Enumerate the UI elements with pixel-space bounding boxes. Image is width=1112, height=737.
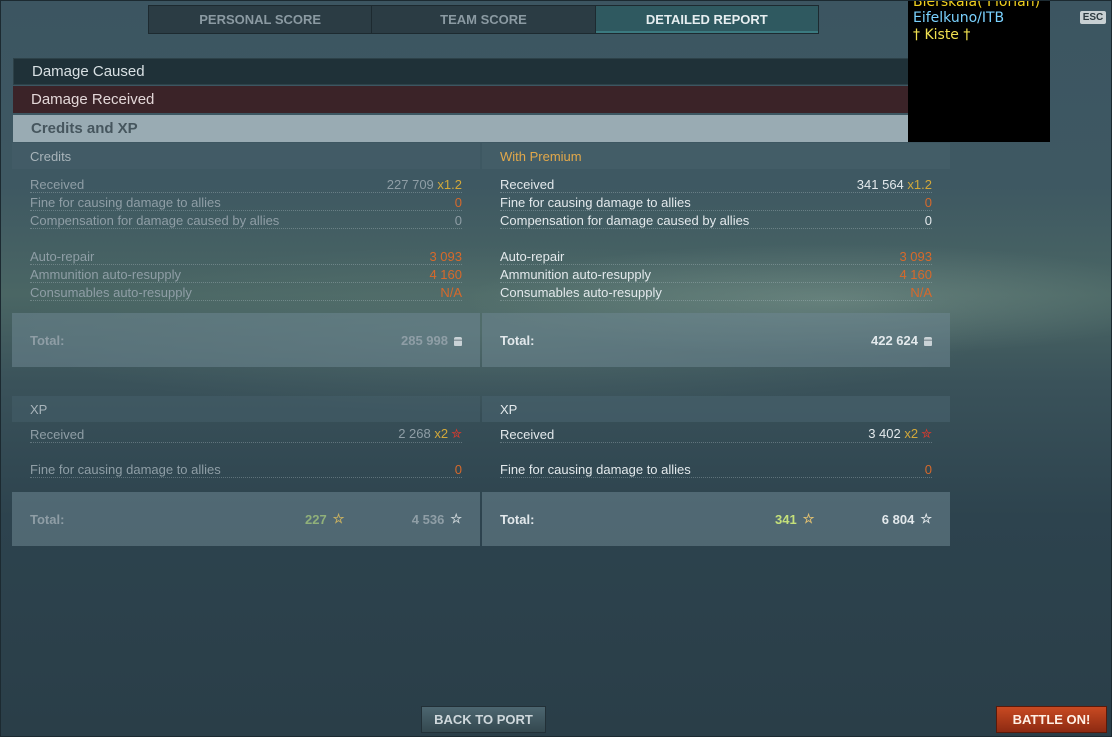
chat-line: Bierskala( Florian) bbox=[913, 0, 1041, 10]
tab-team-score[interactable]: TEAM SCORE bbox=[372, 6, 596, 33]
total-value: 422 624 bbox=[871, 332, 918, 348]
xp-header: XP bbox=[12, 396, 480, 422]
row-label: Fine for causing damage to allies bbox=[30, 462, 221, 477]
chat-overlay: Bierskala( Florian) Eifelkuno/ITB † Kist… bbox=[908, 0, 1050, 142]
credits-icon bbox=[454, 336, 462, 346]
battle-on-button[interactable]: BATTLE ON! bbox=[996, 706, 1107, 733]
section-label: Credits and XP bbox=[31, 120, 138, 137]
total-xp-value: 341 bbox=[775, 511, 797, 527]
free-xp-star-icon: ☆ bbox=[920, 511, 932, 526]
xp-received-row: Received 2 268 x2 ✮ bbox=[30, 425, 462, 443]
xp-star-icon: ☆ bbox=[332, 511, 345, 526]
row-value: 0 bbox=[454, 195, 462, 210]
row-label: Fine for causing damage to allies bbox=[30, 195, 221, 210]
row-value: 0 bbox=[454, 462, 462, 477]
row-label: Received bbox=[30, 177, 85, 192]
row-value: N/A bbox=[440, 285, 462, 300]
credits-fine-row: Fine for causing damage to allies 0 bbox=[500, 193, 932, 211]
credits-ammo-row: Ammunition auto-resupply 4 160 bbox=[30, 265, 462, 283]
credits-compensation-row: Compensation for damage caused by allies… bbox=[500, 211, 932, 229]
section-damage-received[interactable]: Damage Received bbox=[13, 86, 950, 113]
total-label: Total: bbox=[30, 332, 65, 348]
multiplier: x2 bbox=[904, 426, 919, 441]
row-value: 3 093 bbox=[429, 249, 462, 264]
row-value: 0 bbox=[924, 195, 932, 210]
row-label: Compensation for damage caused by allies bbox=[500, 213, 750, 228]
row-value: 3 402 bbox=[868, 426, 901, 441]
total-free-xp-value: 4 536 bbox=[411, 511, 445, 527]
total-label: Total: bbox=[500, 332, 535, 348]
credits-icon bbox=[924, 336, 932, 346]
row-value: 227 709 bbox=[386, 177, 434, 192]
row-label: Received bbox=[500, 427, 555, 442]
credits-total-box: Total: 285 998 bbox=[12, 313, 480, 367]
row-label: Ammunition auto-resupply bbox=[30, 267, 182, 282]
tab-detailed-report[interactable]: DETAILED REPORT bbox=[595, 6, 818, 33]
credits-received-row: Received 341 564 x1.2 bbox=[500, 175, 932, 193]
credits-ammo-row: Ammunition auto-resupply 4 160 bbox=[500, 265, 932, 283]
row-label: Auto-repair bbox=[500, 249, 565, 264]
total-free-xp-value: 6 804 bbox=[881, 511, 915, 527]
credits-consumables-row: Consumables auto-resupply N/A bbox=[500, 283, 932, 301]
total-label: Total: bbox=[500, 511, 535, 527]
row-label: Received bbox=[30, 427, 85, 442]
total-label: Total: bbox=[30, 511, 65, 527]
credits-panel: Credits Received 227 709 x1.2 Fine for c… bbox=[12, 143, 480, 367]
section-label: Damage Received bbox=[31, 91, 155, 108]
credits-premium-header: With Premium bbox=[482, 143, 950, 169]
credits-received-row: Received 227 709 x1.2 bbox=[30, 175, 462, 193]
xp-premium-panel: XP Received 3 402 x2 ✮ Fine for causing d… bbox=[482, 396, 950, 546]
premium-star-icon: ✮ bbox=[451, 426, 462, 441]
row-value: 4 160 bbox=[899, 267, 932, 282]
xp-premium-header: XP bbox=[482, 396, 950, 422]
free-xp-star-icon: ☆ bbox=[450, 511, 462, 526]
back-to-port-button[interactable]: BACK TO PORT bbox=[421, 706, 546, 733]
xp-fine-row: Fine for causing damage to allies 0 bbox=[500, 460, 932, 478]
row-value: 2 268 bbox=[398, 426, 431, 441]
multiplier: x2 bbox=[434, 426, 449, 441]
row-label: Ammunition auto-resupply bbox=[500, 267, 652, 282]
xp-panel: XP Received 2 268 x2 ✮ Fine for causing d… bbox=[12, 396, 480, 546]
credits-header: Credits bbox=[12, 143, 480, 169]
section-label: Damage Caused bbox=[32, 63, 145, 80]
row-label: Consumables auto-resupply bbox=[30, 285, 192, 300]
total-xp-value: 227 bbox=[305, 511, 327, 527]
row-value: 0 bbox=[454, 213, 462, 228]
xp-total-box: Total: 227 ☆ 4 536 ☆ bbox=[12, 492, 480, 546]
credits-repair-row: Auto-repair 3 093 bbox=[500, 247, 932, 265]
xp-premium-total-box: Total: 341 ☆ 6 804 ☆ bbox=[482, 492, 950, 546]
row-label: Compensation for damage caused by allies bbox=[30, 213, 280, 228]
xp-star-icon: ☆ bbox=[802, 511, 815, 526]
esc-button[interactable]: ESC bbox=[1080, 11, 1106, 24]
row-value: 0 bbox=[924, 213, 932, 228]
xp-fine-row: Fine for causing damage to allies 0 bbox=[30, 460, 462, 478]
credits-compensation-row: Compensation for damage caused by allies… bbox=[30, 211, 462, 229]
chat-line: Eifelkuno/ITB bbox=[913, 10, 1005, 26]
row-value: N/A bbox=[910, 285, 932, 300]
chat-line: † Kiste † bbox=[913, 27, 971, 43]
credits-repair-row: Auto-repair 3 093 bbox=[30, 247, 462, 265]
total-value: 285 998 bbox=[401, 332, 448, 348]
multiplier: x1.2 bbox=[437, 177, 462, 192]
row-value: 4 160 bbox=[429, 267, 462, 282]
row-label: Auto-repair bbox=[30, 249, 95, 264]
credits-premium-total-box: Total: 422 624 bbox=[482, 313, 950, 367]
row-label: Received bbox=[500, 177, 555, 192]
premium-star-icon: ✮ bbox=[921, 426, 932, 441]
row-label: Fine for causing damage to allies bbox=[500, 462, 691, 477]
row-label: Fine for causing damage to allies bbox=[500, 195, 691, 210]
section-damage-caused[interactable]: Damage Caused bbox=[13, 58, 950, 85]
tab-personal-score[interactable]: PERSONAL SCORE bbox=[149, 6, 373, 33]
row-label: Consumables auto-resupply bbox=[500, 285, 662, 300]
row-value: 341 564 bbox=[856, 177, 904, 192]
row-value: 0 bbox=[924, 462, 932, 477]
row-value: 3 093 bbox=[899, 249, 932, 264]
tab-bar: PERSONAL SCORE TEAM SCORE DETAILED REPOR… bbox=[148, 5, 819, 34]
credits-fine-row: Fine for causing damage to allies 0 bbox=[30, 193, 462, 211]
credits-consumables-row: Consumables auto-resupply N/A bbox=[30, 283, 462, 301]
section-credits-xp[interactable]: Credits and XP bbox=[13, 115, 950, 142]
credits-premium-panel: With Premium Received 341 564 x1.2 Fine … bbox=[482, 143, 950, 367]
xp-received-row: Received 3 402 x2 ✮ bbox=[500, 425, 932, 443]
multiplier: x1.2 bbox=[907, 177, 932, 192]
